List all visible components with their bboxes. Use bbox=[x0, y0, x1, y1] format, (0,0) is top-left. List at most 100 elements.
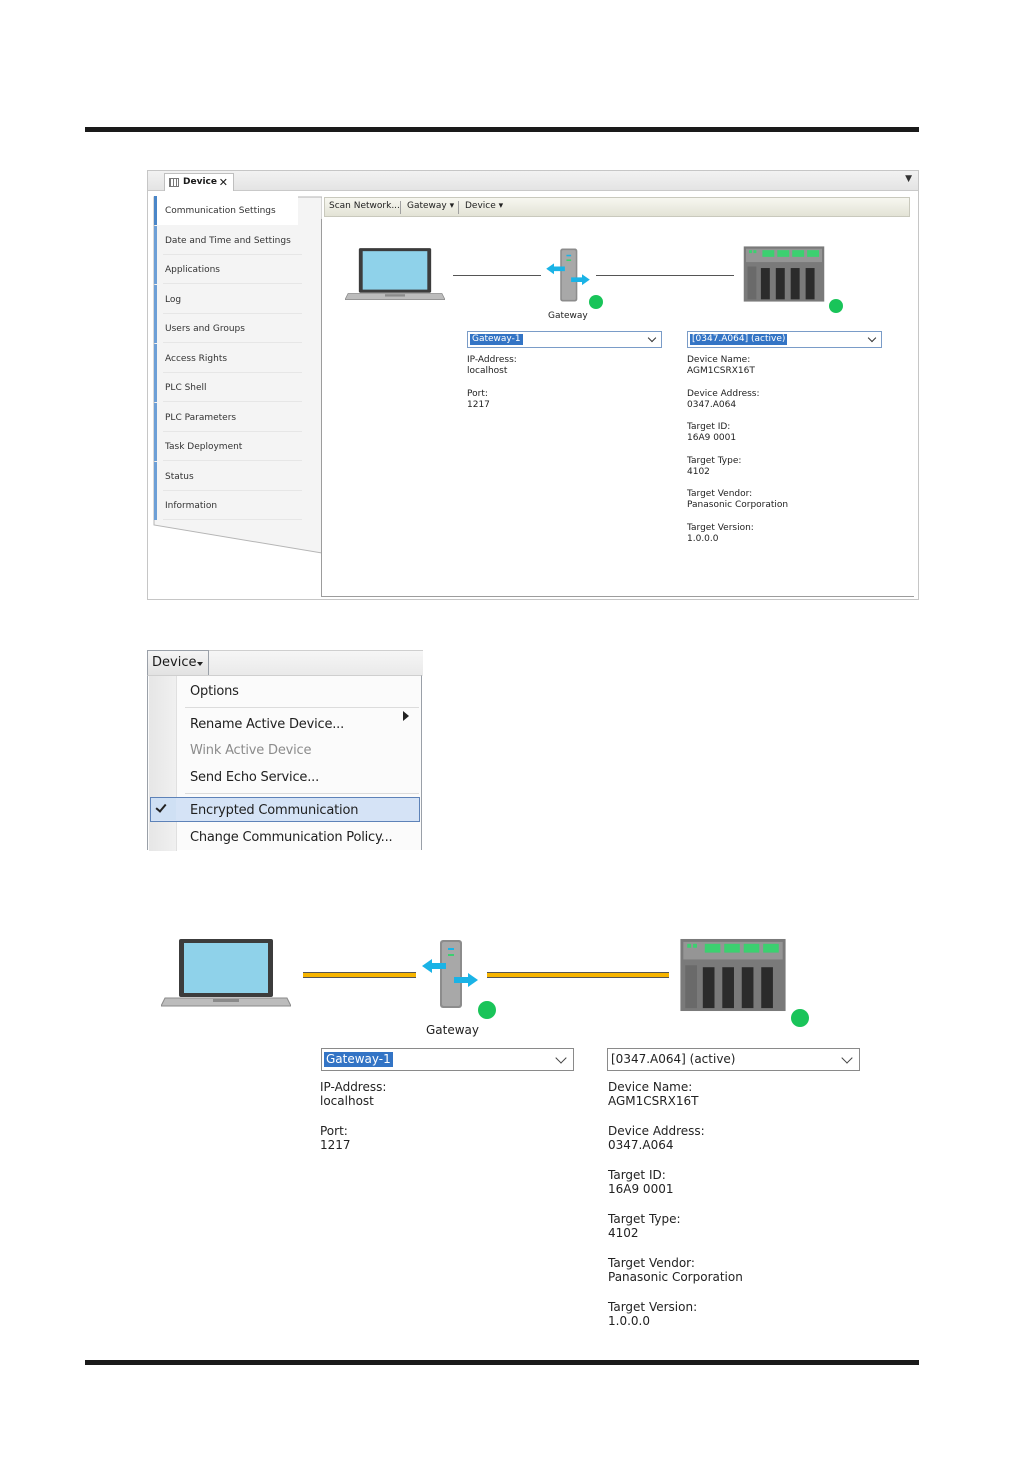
sidebar-item[interactable]: Users and Groups bbox=[154, 314, 302, 343]
info-label: IP-Address: bbox=[320, 1080, 387, 1094]
gateway-menu-label: Gateway bbox=[407, 201, 447, 211]
editor-tab-strip: Device ✕ ▼ bbox=[148, 171, 918, 191]
info-label: Target Type: bbox=[687, 455, 742, 466]
tab-device-label: Device bbox=[183, 177, 217, 187]
sidebar-item[interactable]: PLC Shell bbox=[154, 373, 302, 402]
info-value: localhost bbox=[320, 1094, 374, 1108]
sidebar-item-label: PLC Parameters bbox=[165, 412, 237, 423]
gateway-status-ok-icon bbox=[589, 295, 603, 309]
communication-settings-content: Gateway Gateway-1 [0347.A064] (active) I… bbox=[321, 219, 914, 597]
gateway-icon bbox=[546, 248, 590, 302]
chevron-down-icon bbox=[841, 1052, 853, 1064]
info-value: 0347.A064 bbox=[687, 399, 737, 410]
info-label: Target Vendor: bbox=[687, 489, 753, 500]
device-sidebar: Communication Settings Date and Time and … bbox=[152, 195, 322, 555]
sidebar-item[interactable]: Status bbox=[154, 461, 302, 491]
menu-item-change-communication-policy[interactable]: Change Communication Policy... bbox=[190, 830, 393, 845]
scan-network-button[interactable]: Scan Network... bbox=[329, 201, 400, 211]
info-label: Target Version: bbox=[687, 523, 754, 533]
info-value: 16A9 0001 bbox=[687, 433, 737, 444]
sidebar-item-label: Log bbox=[165, 294, 182, 305]
info-value: 1217 bbox=[467, 399, 490, 410]
device-icon bbox=[169, 178, 179, 187]
info-value: 16A9 0001 bbox=[608, 1182, 674, 1196]
gateway-select[interactable]: Gateway-1 bbox=[321, 1048, 574, 1071]
sidebar-item[interactable]: Task Deployment bbox=[154, 432, 302, 461]
device-status-ok-icon bbox=[791, 1009, 809, 1027]
gateway-label: Gateway bbox=[426, 1023, 480, 1037]
sidebar-divider bbox=[163, 519, 302, 520]
device-select[interactable]: [0347.A064] (active) bbox=[607, 1048, 860, 1071]
info-label: Target Version: bbox=[608, 1300, 698, 1314]
gateway-icon bbox=[422, 940, 478, 1008]
chevron-down-icon bbox=[647, 333, 657, 343]
menu-item-options[interactable]: Options bbox=[190, 684, 239, 699]
sidebar-item-label: Information bbox=[165, 501, 218, 511]
encrypted-connection-line bbox=[487, 972, 669, 978]
gateway-select-value: Gateway-1 bbox=[324, 1052, 393, 1067]
device-select-value: [0347.A064] (active) bbox=[690, 334, 788, 345]
menu-bar bbox=[209, 650, 423, 676]
info-label: Device Name: bbox=[608, 1080, 693, 1094]
sidebar-item[interactable]: Date and Time and Settings bbox=[154, 225, 302, 255]
encrypted-connection-line bbox=[303, 972, 416, 978]
communication-toolbar: Scan Network... Gateway ▾ Device ▾ bbox=[324, 197, 910, 217]
info-label: IP-Address: bbox=[467, 355, 517, 365]
gateway-menu-button[interactable]: Gateway ▾ bbox=[407, 201, 454, 211]
device-menu-button[interactable]: Device ▾ bbox=[465, 201, 503, 211]
info-label: Device Address: bbox=[687, 388, 760, 399]
gateway-select-value: Gateway-1 bbox=[470, 334, 523, 345]
sidebar-item-label: PLC Shell bbox=[165, 383, 207, 393]
info-label: Port: bbox=[467, 388, 488, 399]
info-label: Port: bbox=[320, 1124, 348, 1138]
device-editor-screenshot: Device ✕ ▼ Communication Settings Date an… bbox=[147, 170, 919, 600]
sidebar-item[interactable]: Log bbox=[154, 284, 302, 314]
sidebar-item[interactable]: Information bbox=[154, 491, 302, 520]
device-select[interactable]: [0347.A064] (active) bbox=[687, 331, 882, 348]
submenu-arrow-icon bbox=[403, 711, 409, 721]
info-label: Device Name: bbox=[687, 355, 751, 365]
info-label: Target Vendor: bbox=[608, 1256, 695, 1270]
connection-line bbox=[596, 275, 734, 276]
sidebar-item-label: Applications bbox=[165, 265, 220, 275]
sidebar-item[interactable]: Access Rights bbox=[154, 343, 302, 373]
menu-item-wink-active-device: Wink Active Device bbox=[190, 743, 312, 758]
gateway-status-ok-icon bbox=[478, 1001, 496, 1019]
plc-device-icon bbox=[743, 246, 825, 302]
info-value: 1217 bbox=[320, 1138, 351, 1152]
sidebar-item[interactable]: Applications bbox=[154, 255, 302, 284]
connection-line bbox=[453, 275, 541, 276]
device-status-ok-icon bbox=[829, 299, 843, 313]
laptop-icon bbox=[161, 939, 291, 1007]
info-value: 1.0.0.0 bbox=[687, 534, 719, 544]
device-menu-label: Device bbox=[465, 201, 496, 211]
close-icon[interactable]: ✕ bbox=[219, 174, 228, 191]
gateway-select[interactable]: Gateway-1 bbox=[467, 331, 662, 348]
info-value: AGM1CSRX16T bbox=[608, 1094, 699, 1108]
info-value: 4102 bbox=[687, 466, 710, 477]
laptop-icon bbox=[345, 248, 445, 300]
sidebar-item-label: Status bbox=[165, 471, 194, 482]
info-value: 0347.A064 bbox=[608, 1138, 674, 1152]
menu-item-encrypted-communication-label: Encrypted Communication bbox=[190, 803, 359, 818]
toolbar-separator bbox=[400, 201, 401, 214]
device-menu-screenshot: Device Options Rename Active Device... W… bbox=[147, 650, 423, 851]
menu-separator bbox=[185, 707, 419, 708]
menu-item-rename-active-device[interactable]: Rename Active Device... bbox=[190, 717, 344, 732]
sidebar-item[interactable]: PLC Parameters bbox=[154, 402, 302, 432]
info-label: Target ID: bbox=[687, 422, 731, 433]
sidebar-item-label: Users and Groups bbox=[165, 324, 245, 334]
menu-item-send-echo-service[interactable]: Send Echo Service... bbox=[190, 770, 319, 785]
sidebar-item[interactable]: Communication Settings bbox=[154, 196, 298, 225]
plc-device-icon bbox=[680, 938, 786, 1012]
device-select-value: [0347.A064] (active) bbox=[611, 1052, 736, 1066]
device-menu-button[interactable]: Device bbox=[147, 650, 209, 676]
tab-device[interactable]: Device ✕ bbox=[164, 173, 234, 191]
info-value: 1.0.0.0 bbox=[608, 1314, 650, 1328]
top-rule bbox=[85, 127, 919, 132]
device-dropdown-menu: Options Rename Active Device... Wink Act… bbox=[147, 675, 422, 851]
menu-icon-gutter bbox=[149, 676, 177, 851]
tab-menu-dropdown-icon[interactable]: ▼ bbox=[905, 174, 912, 184]
menu-separator bbox=[185, 793, 419, 794]
chevron-down-icon bbox=[867, 333, 877, 343]
